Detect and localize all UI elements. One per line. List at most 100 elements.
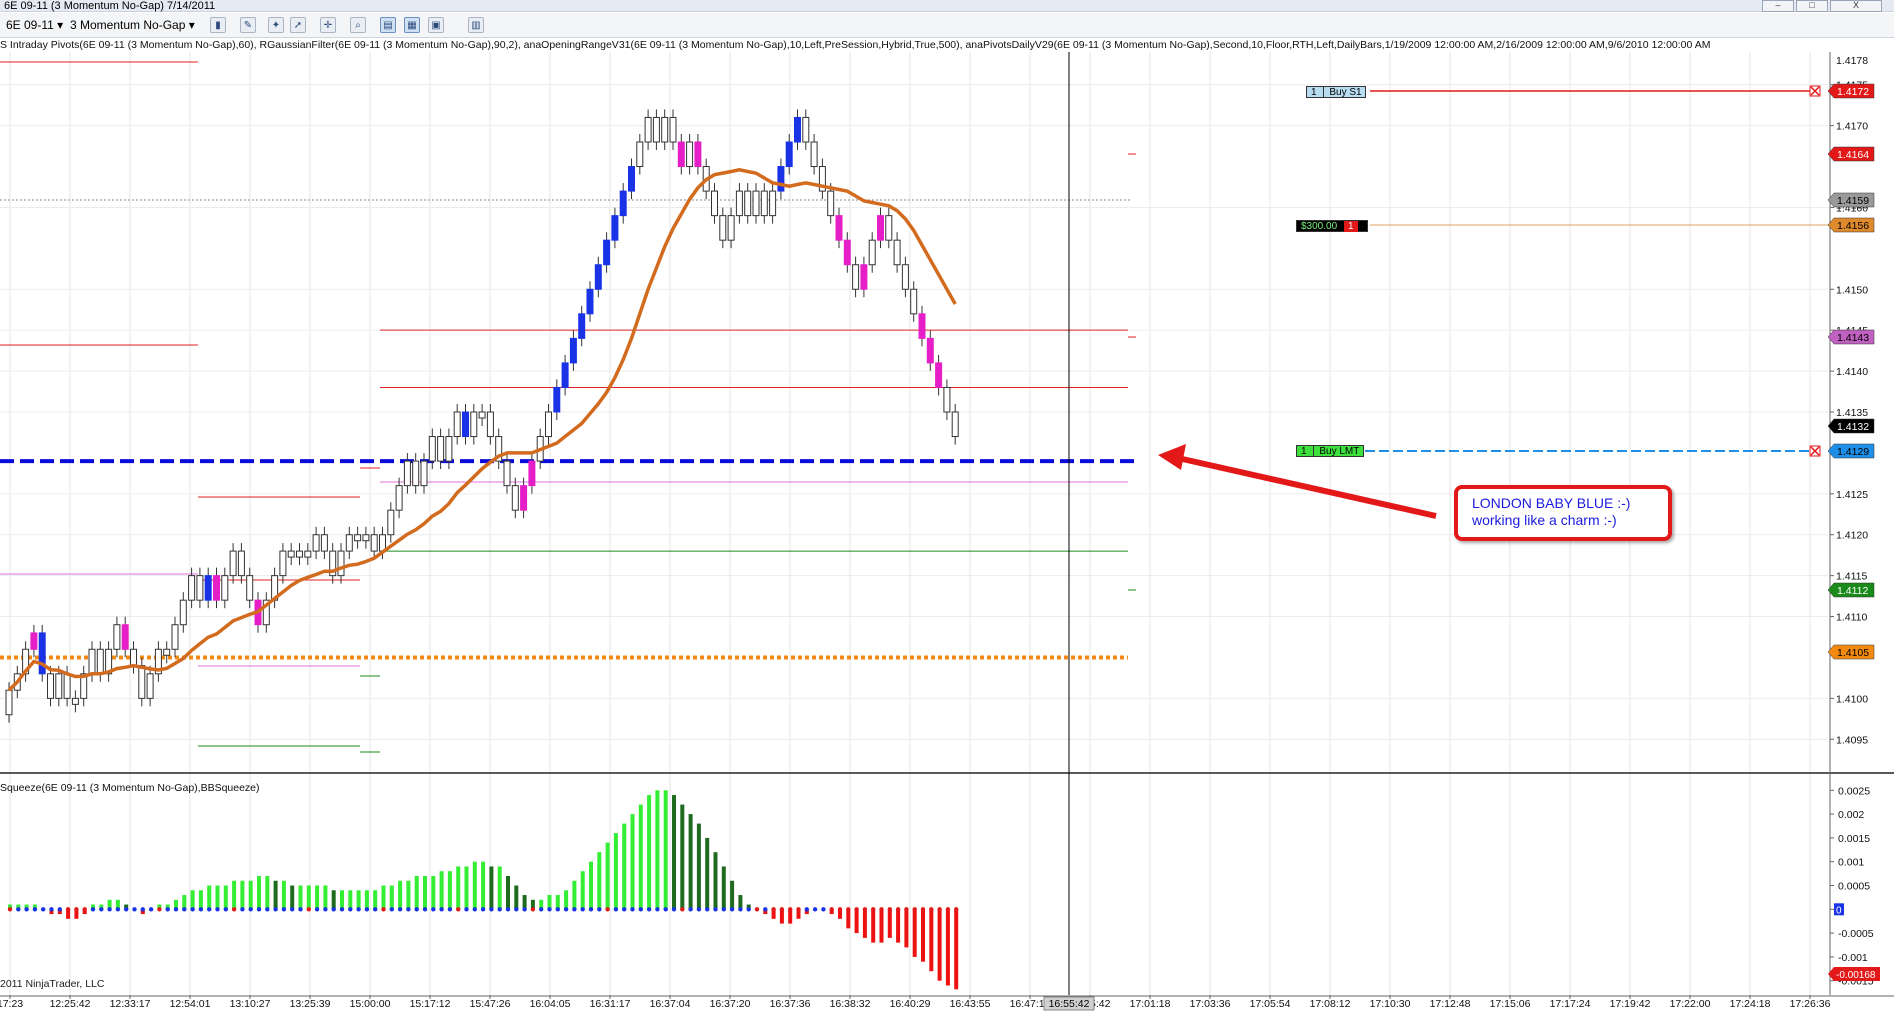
candle-body xyxy=(47,673,54,699)
candle-body xyxy=(354,534,362,542)
candle-body xyxy=(296,550,303,558)
squeeze-dot xyxy=(265,907,270,912)
candle-body xyxy=(669,116,677,143)
time-tick-label: 17:26:36 xyxy=(1790,998,1831,1010)
squeeze-bar xyxy=(929,909,934,972)
candle-body xyxy=(677,141,685,168)
candle-body xyxy=(727,215,735,241)
candle-body xyxy=(188,575,196,601)
squeeze-dot xyxy=(763,907,768,912)
time-tick-label: 17:01:18 xyxy=(1130,998,1171,1010)
candle-body xyxy=(843,239,851,266)
squeeze-dot xyxy=(190,907,195,912)
candle-body xyxy=(885,215,893,241)
candle-body xyxy=(943,386,951,413)
squeeze-bar xyxy=(472,861,477,910)
squeeze-bar xyxy=(630,814,635,910)
candle-body xyxy=(437,436,445,462)
squeeze-dot xyxy=(364,907,370,912)
squeeze-bar xyxy=(730,880,735,910)
squeeze-bar xyxy=(240,880,245,910)
time-tick-label: 12:25:42 xyxy=(50,998,91,1010)
time-tick-label: 17:15:06 xyxy=(1490,998,1531,1010)
squeeze-bar xyxy=(647,795,652,910)
position-pnl[interactable]: $300.00 1 xyxy=(1296,220,1368,232)
squeeze-dot xyxy=(829,907,834,912)
squeeze-bar xyxy=(871,909,876,943)
squeeze-dot xyxy=(140,907,145,912)
squeeze-dot xyxy=(497,907,502,912)
squeeze-dot xyxy=(920,907,926,912)
squeeze-dot xyxy=(771,907,776,912)
candle-body xyxy=(71,697,79,705)
time-tick-label: 12:33:17 xyxy=(110,998,151,1010)
squeeze-bar xyxy=(846,909,851,929)
squeeze-dot xyxy=(314,907,320,912)
price-tick-label: 1.4095 xyxy=(1836,734,1868,746)
time-tick-label: 16:40:29 xyxy=(890,998,931,1010)
candle-body xyxy=(113,624,121,650)
candle-body xyxy=(719,215,727,241)
squeeze-dot xyxy=(7,907,13,912)
time-tick-label: 17:23 xyxy=(0,998,23,1010)
candle-body xyxy=(686,141,694,168)
candle-body xyxy=(752,190,760,217)
buy-lmt-order[interactable]: 1 Buy LMT xyxy=(1296,445,1364,457)
squeeze-dot xyxy=(24,907,29,912)
squeeze-dot xyxy=(705,907,710,912)
squeeze-dot xyxy=(447,907,453,912)
candle-body xyxy=(279,550,287,577)
squeeze-bar xyxy=(954,909,959,990)
buy-s1-order[interactable]: 1 Buy S1 xyxy=(1306,86,1366,98)
candle-body xyxy=(860,264,868,290)
squeeze-bar xyxy=(364,890,369,910)
candle-body xyxy=(951,411,959,438)
candle-body xyxy=(412,460,420,487)
squeeze-dot xyxy=(754,907,760,912)
time-tick-label: 16:37:20 xyxy=(710,998,751,1010)
squeeze-dot xyxy=(929,907,934,912)
squeeze-dot xyxy=(638,907,643,912)
squeeze-dot xyxy=(472,907,477,912)
squeeze-dot xyxy=(74,907,79,912)
candle-body xyxy=(744,190,752,217)
squeeze-dot xyxy=(165,907,170,912)
squeeze-bar xyxy=(696,823,701,910)
squeeze-dot xyxy=(273,907,278,912)
squeeze-tick-label: 0.002 xyxy=(1838,809,1864,821)
candle-body xyxy=(603,239,611,266)
candle-body xyxy=(55,673,63,699)
squeeze-bar xyxy=(879,909,884,943)
squeeze-dot xyxy=(821,907,826,912)
squeeze-dot xyxy=(248,907,253,912)
candle-body xyxy=(769,190,777,217)
candle-body xyxy=(304,550,312,558)
squeeze-bar xyxy=(439,871,444,910)
squeeze-dot xyxy=(713,907,718,912)
squeeze-bar xyxy=(638,804,643,910)
candle-body xyxy=(553,386,561,413)
squeeze-dot xyxy=(746,907,751,912)
squeeze-bar xyxy=(580,871,585,910)
price-marker-label: 1.4172 xyxy=(1837,86,1869,98)
squeeze-dot xyxy=(90,907,96,912)
candle-body xyxy=(652,116,660,143)
time-tick-label: 17:19:42 xyxy=(1610,998,1651,1010)
squeeze-dot xyxy=(422,907,428,912)
squeeze-dot xyxy=(738,907,743,912)
candle-body xyxy=(777,166,785,192)
squeeze-dot xyxy=(356,907,361,912)
candle-body xyxy=(38,632,46,675)
candle-body xyxy=(569,337,577,364)
time-tick-label: 16:04:05 xyxy=(530,998,571,1010)
squeeze-bar xyxy=(223,885,228,910)
squeeze-dot xyxy=(862,907,868,912)
candle-body xyxy=(827,190,835,217)
time-tick-label: 17:22:00 xyxy=(1670,998,1711,1010)
squeeze-bar xyxy=(456,866,461,910)
squeeze-bar xyxy=(680,804,685,910)
squeeze-bar xyxy=(904,909,909,948)
squeeze-bar xyxy=(597,852,602,910)
candle-body xyxy=(138,665,146,699)
candle-body xyxy=(370,534,378,552)
